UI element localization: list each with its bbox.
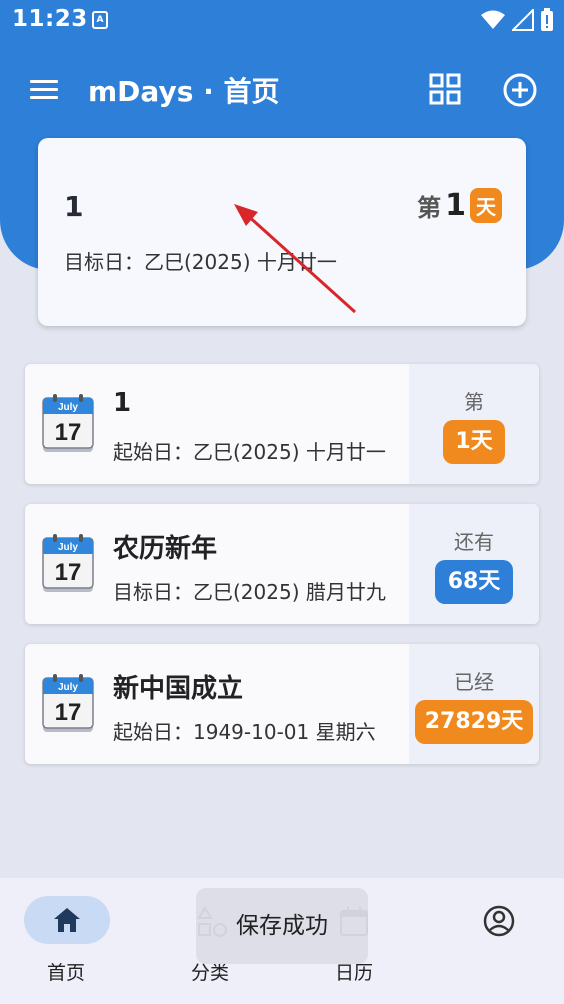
- count-badge: 1天: [443, 420, 505, 464]
- event-count-panel: 还有 68天: [409, 504, 539, 624]
- count-label: 还有: [454, 530, 494, 554]
- event-card[interactable]: July 17 农历新年 目标日：乙巳(2025) 腊月廿九 还有 68天: [25, 504, 539, 624]
- day-count-number: 1: [445, 188, 466, 223]
- nav-item-home[interactable]: 首页: [0, 878, 134, 1004]
- calendar-icon-day: 17: [55, 699, 82, 726]
- wifi-icon: [481, 10, 505, 29]
- calendar-date-icon: July 17: [42, 674, 94, 732]
- count-label: 已经: [454, 670, 494, 694]
- event-count-panel: 第 1天: [409, 364, 539, 484]
- featured-event-date: 目标日：乙巳(2025) 十月廿一: [64, 250, 337, 274]
- battery-icon: [541, 8, 553, 31]
- event-card[interactable]: July 17 1 起始日：乙巳(2025) 十月廿一 第 1天: [25, 364, 539, 484]
- featured-day-count: 第 1 天: [417, 188, 502, 223]
- grid-view-icon[interactable]: [428, 72, 462, 106]
- calendar-icon-month: July: [58, 682, 78, 693]
- app-bar: mDays · 首页: [0, 60, 564, 120]
- event-subtitle: 目标日：乙巳(2025) 腊月廿九: [113, 580, 386, 604]
- calendar-date-icon: July 17: [42, 394, 94, 452]
- profile-icon: [483, 905, 515, 937]
- day-unit-badge: 天: [470, 188, 502, 223]
- count-badge: 68天: [435, 560, 513, 604]
- calendar-icon-month: July: [58, 402, 78, 413]
- status-time: 11:23: [12, 6, 88, 32]
- add-icon[interactable]: [502, 72, 538, 108]
- day-count-prefix: 第: [417, 194, 442, 222]
- event-count-panel: 已经 27829天: [409, 644, 539, 764]
- home-icon: [54, 908, 80, 932]
- status-icons: [480, 8, 554, 32]
- menu-icon[interactable]: [28, 74, 60, 106]
- page-title: mDays · 首页: [88, 75, 280, 108]
- toast-message: 保存成功: [196, 888, 368, 964]
- notification-icon: A: [92, 11, 108, 29]
- calendar-date-icon: July 17: [42, 534, 94, 592]
- calendar-icon-day: 17: [55, 419, 82, 446]
- event-subtitle: 起始日：乙巳(2025) 十月廿一: [113, 440, 386, 464]
- calendar-icon-month: July: [58, 542, 78, 553]
- event-subtitle: 起始日：1949-10-01 星期六: [113, 720, 376, 744]
- event-card[interactable]: July 17 新中国成立 起始日：1949-10-01 星期六 已经 2782…: [25, 644, 539, 764]
- nav-item-profile[interactable]: [440, 878, 560, 1004]
- featured-event-name: 1: [64, 190, 84, 223]
- event-title: 新中国成立: [113, 674, 244, 704]
- calendar-icon-day: 17: [55, 559, 82, 586]
- status-bar: 11:23 A: [0, 0, 564, 40]
- nav-label-home: 首页: [46, 962, 85, 984]
- count-label: 第: [464, 390, 484, 414]
- event-title: 1: [113, 388, 132, 418]
- signal-icon: [512, 9, 534, 31]
- event-title: 农历新年: [113, 534, 218, 564]
- count-badge: 27829天: [415, 700, 533, 744]
- featured-event-card[interactable]: 1 目标日：乙巳(2025) 十月廿一 第 1 天: [38, 138, 526, 326]
